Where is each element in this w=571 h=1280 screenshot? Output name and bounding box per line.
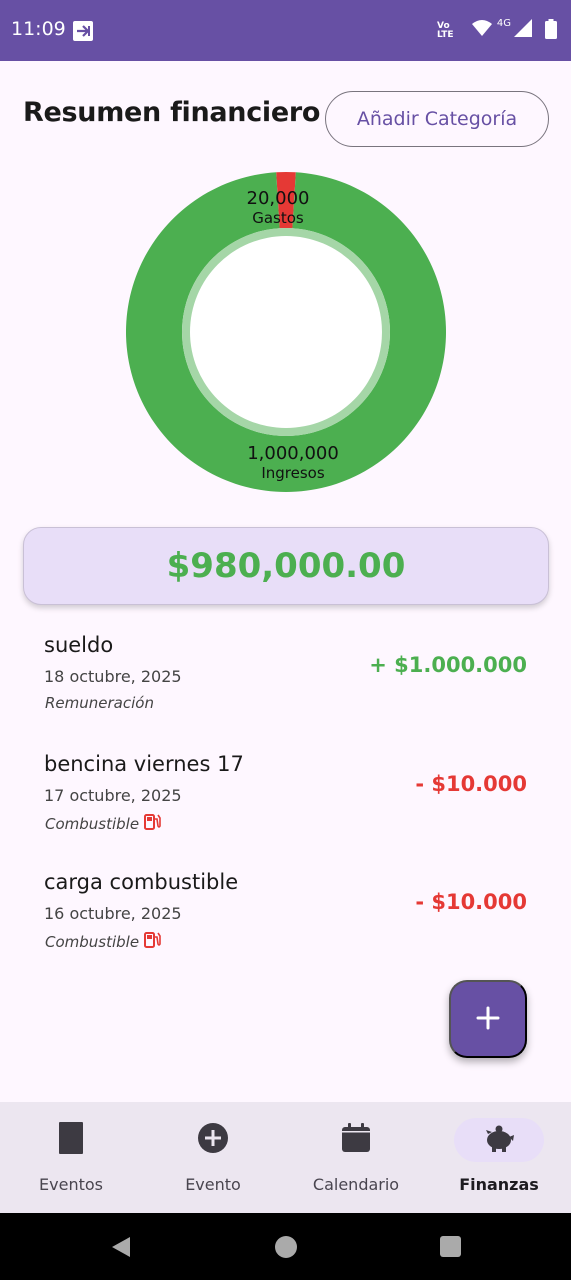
transaction-category-label: Remuneración bbox=[45, 694, 154, 712]
nav-item-evento[interactable]: Evento bbox=[142, 1102, 284, 1213]
signal-icon bbox=[513, 18, 533, 42]
nav-label: Eventos bbox=[39, 1175, 103, 1194]
transaction-date: 17 octubre, 2025 bbox=[44, 786, 182, 805]
ingresos-category: Ingresos bbox=[261, 464, 325, 482]
transaction-amount: - $10.000 bbox=[415, 890, 527, 914]
balance-card: $980,000.00 bbox=[23, 527, 549, 605]
status-icons: Vo LTE 4G bbox=[427, 18, 557, 42]
volte-indicator: Vo LTE bbox=[437, 21, 454, 40]
home-icon[interactable] bbox=[274, 1235, 298, 1263]
gastos-category: Gastos bbox=[252, 209, 304, 227]
transaction-category-label: Combustible bbox=[45, 933, 140, 951]
gastos-value: 20,000 bbox=[246, 188, 310, 209]
balance-value: $980,000.00 bbox=[166, 546, 406, 586]
transaction-category-label: Combustible bbox=[45, 815, 140, 833]
transaction-category: Combustible bbox=[45, 931, 163, 953]
transaction-item[interactable]: sueldo 18 octubre, 2025 Remuneración + $… bbox=[0, 633, 571, 751]
add-circle-icon bbox=[197, 1122, 229, 1158]
ingresos-value: 1,000,000 bbox=[247, 443, 339, 464]
book-icon bbox=[58, 1121, 84, 1159]
transaction-title: bencina viernes 17 bbox=[44, 752, 244, 776]
ingresos-label: 1,000,000 Ingresos bbox=[233, 443, 353, 482]
fuel-pump-icon bbox=[143, 813, 163, 835]
transaction-date: 16 octubre, 2025 bbox=[44, 904, 182, 923]
nav-label: Evento bbox=[185, 1175, 241, 1194]
notification-arrow-icon bbox=[73, 21, 93, 41]
calendar-icon bbox=[340, 1122, 372, 1158]
transaction-item[interactable]: carga combustible 16 octubre, 2025 Combu… bbox=[0, 870, 571, 988]
network-type: 4G bbox=[496, 18, 511, 29]
system-navigation-bar bbox=[0, 1213, 571, 1280]
battery-icon bbox=[545, 19, 557, 43]
plus-icon bbox=[476, 1006, 500, 1033]
add-transaction-fab[interactable] bbox=[449, 980, 527, 1058]
status-bar: 11:09 Vo LTE 4G bbox=[0, 0, 571, 61]
transaction-amount: - $10.000 bbox=[415, 772, 527, 796]
transaction-date: 18 octubre, 2025 bbox=[44, 667, 182, 686]
piggy-bank-icon bbox=[483, 1124, 515, 1156]
nav-item-finanzas[interactable]: Finanzas bbox=[428, 1102, 570, 1213]
transaction-title: sueldo bbox=[44, 633, 114, 657]
donut-hole bbox=[190, 236, 382, 428]
transaction-category: Remuneración bbox=[45, 694, 154, 712]
nav-label: Calendario bbox=[312, 1175, 400, 1194]
transaction-amount: + $1.000.000 bbox=[369, 653, 527, 677]
recents-icon[interactable] bbox=[440, 1236, 461, 1261]
add-category-button[interactable]: Añadir Categoría bbox=[325, 91, 549, 147]
bottom-navigation: Eventos Evento Calendario Finanzas bbox=[0, 1102, 571, 1213]
back-icon[interactable] bbox=[110, 1235, 132, 1263]
nav-item-calendario[interactable]: Calendario bbox=[285, 1102, 427, 1213]
page-title: Resumen financiero bbox=[23, 97, 321, 128]
wifi-icon bbox=[471, 18, 493, 42]
status-time: 11:09 bbox=[11, 18, 66, 40]
fuel-pump-icon bbox=[143, 931, 163, 953]
transaction-category: Combustible bbox=[45, 813, 163, 835]
transaction-item[interactable]: bencina viernes 17 17 octubre, 2025 Comb… bbox=[0, 752, 571, 870]
nav-label: Finanzas bbox=[459, 1175, 539, 1194]
nav-item-eventos[interactable]: Eventos bbox=[0, 1102, 142, 1213]
gastos-label: 20,000 Gastos bbox=[218, 188, 338, 227]
transaction-title: carga combustible bbox=[44, 870, 239, 894]
